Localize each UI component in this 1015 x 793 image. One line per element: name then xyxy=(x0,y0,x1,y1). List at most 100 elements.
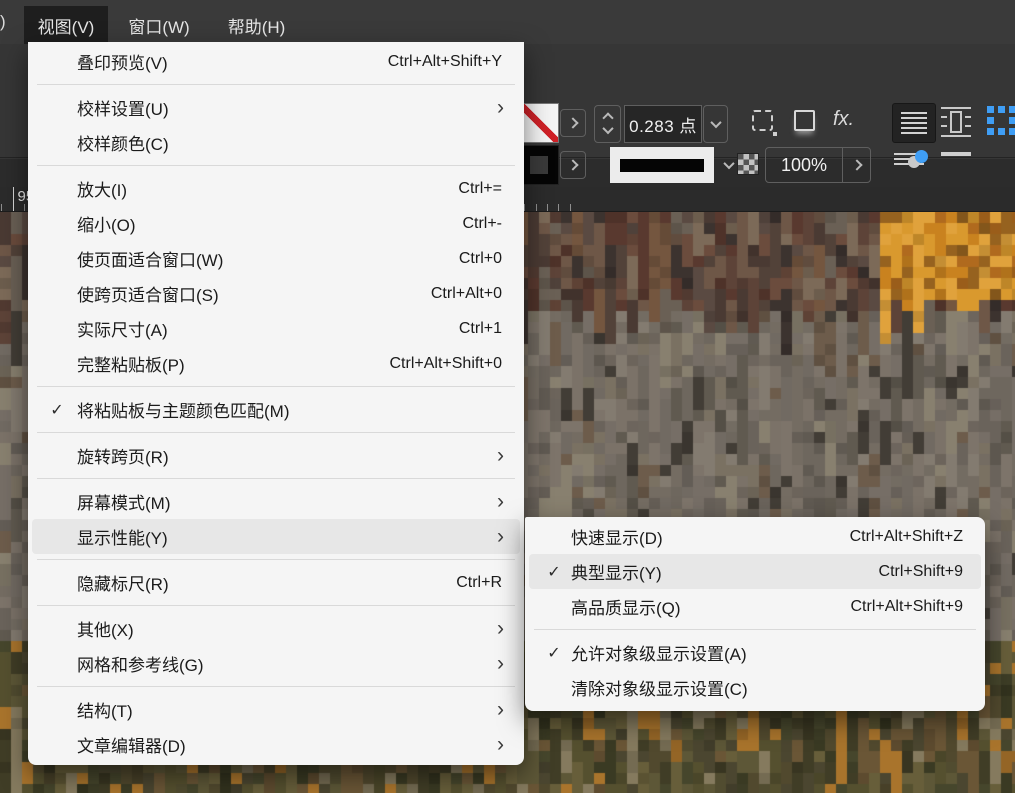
menu-item-right: Ctrl+- xyxy=(462,215,520,233)
view-menu-item-17[interactable]: 显示性能(Y)› xyxy=(32,519,520,554)
menu-item-shortcut: Ctrl+- xyxy=(462,215,504,233)
display-submenu-item-4[interactable]: ✓允许对象级显示设置(A) xyxy=(529,635,981,670)
display-submenu-item-2[interactable]: 高品质显示(Q) Ctrl+Alt+Shift+9 xyxy=(529,589,981,624)
menu-help[interactable]: 帮助(H) xyxy=(214,6,300,44)
chevron-down-icon xyxy=(710,117,721,128)
menu-item-right: Ctrl+Alt+Shift+Z xyxy=(850,528,981,546)
stroke-weight-field[interactable]: 0.283 点 xyxy=(624,105,702,143)
menu-item-shortcut: Ctrl+0 xyxy=(459,250,504,268)
view-menu-item-5[interactable]: 放大(I) Ctrl+= xyxy=(32,171,520,206)
display-submenu-item-1[interactable]: ✓典型显示(Y)Ctrl+Shift+9 xyxy=(529,554,981,589)
view-menu-item-7[interactable]: 使页面适合窗口(W)Ctrl+0 xyxy=(32,241,520,276)
view-menu-item-9[interactable]: 实际尺寸(A) Ctrl+1 xyxy=(32,311,520,346)
view-menu-item-0[interactable]: 叠印预览(V)Ctrl+Alt+Shift+Y xyxy=(32,44,520,79)
wrap-around-object-icon[interactable] xyxy=(941,107,971,137)
menu-item-right: Ctrl+Shift+9 xyxy=(879,563,981,581)
stroke-none-swatch[interactable] xyxy=(519,103,559,143)
chevron-down-icon xyxy=(723,158,734,169)
menu-item-shortcut: Ctrl+1 xyxy=(459,320,504,338)
wrap-around-shape-icon[interactable] xyxy=(894,150,928,180)
menu-item-right: Ctrl+Alt+Shift+0 xyxy=(390,355,521,373)
zoom-dropdown-button[interactable] xyxy=(842,148,870,182)
checkmark-icon: ✓ xyxy=(42,400,72,420)
dotted-frame-icon[interactable] xyxy=(752,110,773,131)
fill-color-expand-button[interactable] xyxy=(560,151,586,179)
view-menu-item-16[interactable]: 屏幕模式(M)› xyxy=(32,484,520,519)
menu-item-label: 高品质显示(Q) xyxy=(529,594,681,619)
menu-bar-clipped-item: ) xyxy=(0,0,10,44)
menu-item-label: 隐藏标尺(R) xyxy=(32,570,169,595)
view-menu-item-6[interactable]: 缩小(O)Ctrl+- xyxy=(32,206,520,241)
stroke-weight-dropdown[interactable] xyxy=(703,105,728,143)
stroke-style-preview[interactable] xyxy=(610,147,714,183)
transparency-checker-icon[interactable] xyxy=(737,153,759,175)
submenu-arrow-icon: › xyxy=(489,491,504,512)
fx-icon[interactable]: fx. xyxy=(833,108,854,131)
menu-item-label: 校样设置(U) xyxy=(32,95,169,120)
view-menu-item-2[interactable]: 校样设置(U) › xyxy=(32,90,520,125)
wrap-none-icon[interactable] xyxy=(892,103,936,143)
menu-bar: ) 视图(V) 窗口(W) 帮助(H) xyxy=(0,0,1015,44)
zoom-level-value: 100% xyxy=(766,155,842,176)
view-menu-item-10[interactable]: 完整粘贴板(P) Ctrl+Alt+Shift+0 xyxy=(32,346,520,381)
menu-separator xyxy=(37,165,515,166)
submenu-arrow-icon: › xyxy=(489,734,504,755)
menu-item-label: 结构(T) xyxy=(32,697,133,722)
menu-view[interactable]: 视图(V) xyxy=(24,6,109,44)
frame-handles-icon[interactable] xyxy=(987,106,1015,136)
menu-item-shortcut: Ctrl+Alt+Shift+0 xyxy=(390,355,505,373)
checkmark-icon: ✓ xyxy=(539,643,569,663)
menu-item-right: › xyxy=(489,97,520,118)
ruler-major-tick xyxy=(13,187,14,211)
ruler-minor-tick xyxy=(524,204,525,211)
menu-separator xyxy=(37,478,515,479)
menu-item-label: 放大(I) xyxy=(32,176,127,201)
zoom-level-control[interactable]: 100% xyxy=(765,147,871,183)
menu-window[interactable]: 窗口(W) xyxy=(114,6,203,44)
menu-item-label: 叠印预览(V) xyxy=(32,49,168,74)
wrap-top-bottom-icon[interactable] xyxy=(941,152,971,178)
menu-item-shortcut: Ctrl+Alt+Shift+9 xyxy=(851,598,966,616)
ruler-minor-tick xyxy=(24,204,25,211)
submenu-arrow-icon: › xyxy=(489,699,504,720)
menu-item-right: Ctrl+R xyxy=(456,574,520,592)
menu-item-shortcut: Ctrl+Alt+Shift+Z xyxy=(850,528,965,546)
chevron-right-icon xyxy=(567,159,578,170)
menu-item-label: 完整粘贴板(P) xyxy=(32,351,185,376)
view-menu-item-24[interactable]: 结构(T) › xyxy=(32,692,520,727)
menu-item-label: 使跨页适合窗口(S) xyxy=(32,281,219,306)
view-menu-item-25[interactable]: 文章编辑器(D) › xyxy=(32,727,520,762)
menu-item-shortcut: Ctrl+Shift+9 xyxy=(879,563,965,581)
fill-black-swatch[interactable] xyxy=(519,145,559,185)
menu-separator xyxy=(37,559,515,560)
ruler-minor-tick xyxy=(536,204,537,211)
display-submenu-item-5[interactable]: 清除对象级显示设置(C) xyxy=(529,670,981,705)
view-menu-item-3[interactable]: 校样颜色(C) xyxy=(32,125,520,160)
menu-item-right: Ctrl+Alt+0 xyxy=(431,285,520,303)
stroke-color-expand-button[interactable] xyxy=(560,109,586,137)
menu-item-label: 旋转跨页(R) xyxy=(32,443,169,468)
menu-item-label: 实际尺寸(A) xyxy=(32,316,168,341)
menu-item-label: 显示性能(Y) xyxy=(32,524,168,549)
view-menu-item-12[interactable]: ✓将粘贴板与主题颜色匹配(M) xyxy=(32,392,520,427)
stroke-weight-stepper[interactable] xyxy=(594,105,621,143)
menu-item-right: Ctrl+1 xyxy=(459,320,520,338)
submenu-arrow-icon: › xyxy=(489,653,504,674)
menu-separator xyxy=(37,432,515,433)
view-menu-item-21[interactable]: 其他(X)› xyxy=(32,611,520,646)
view-menu-item-22[interactable]: 网格和参考线(G)› xyxy=(32,646,520,681)
view-menu-item-8[interactable]: 使跨页适合窗口(S) Ctrl+Alt+0 xyxy=(32,276,520,311)
menu-separator xyxy=(37,386,515,387)
menu-item-label: 文章编辑器(D) xyxy=(32,732,186,757)
ruler-minor-tick xyxy=(547,204,548,211)
display-submenu-item-0[interactable]: 快速显示(D) Ctrl+Alt+Shift+Z xyxy=(529,519,981,554)
display-performance-submenu: 快速显示(D) Ctrl+Alt+Shift+Z ✓典型显示(Y)Ctrl+Shif… xyxy=(525,517,985,711)
view-menu-item-19[interactable]: 隐藏标尺(R) Ctrl+R xyxy=(32,565,520,600)
menu-item-label: 快速显示(D) xyxy=(529,524,663,549)
ruler-minor-tick xyxy=(570,204,571,211)
menu-item-right: Ctrl+= xyxy=(458,180,520,198)
menu-item-right: › xyxy=(489,734,520,755)
menu-item-right: › xyxy=(489,445,520,466)
view-menu-item-14[interactable]: 旋转跨页(R) › xyxy=(32,438,520,473)
drop-shadow-icon[interactable] xyxy=(794,110,815,131)
